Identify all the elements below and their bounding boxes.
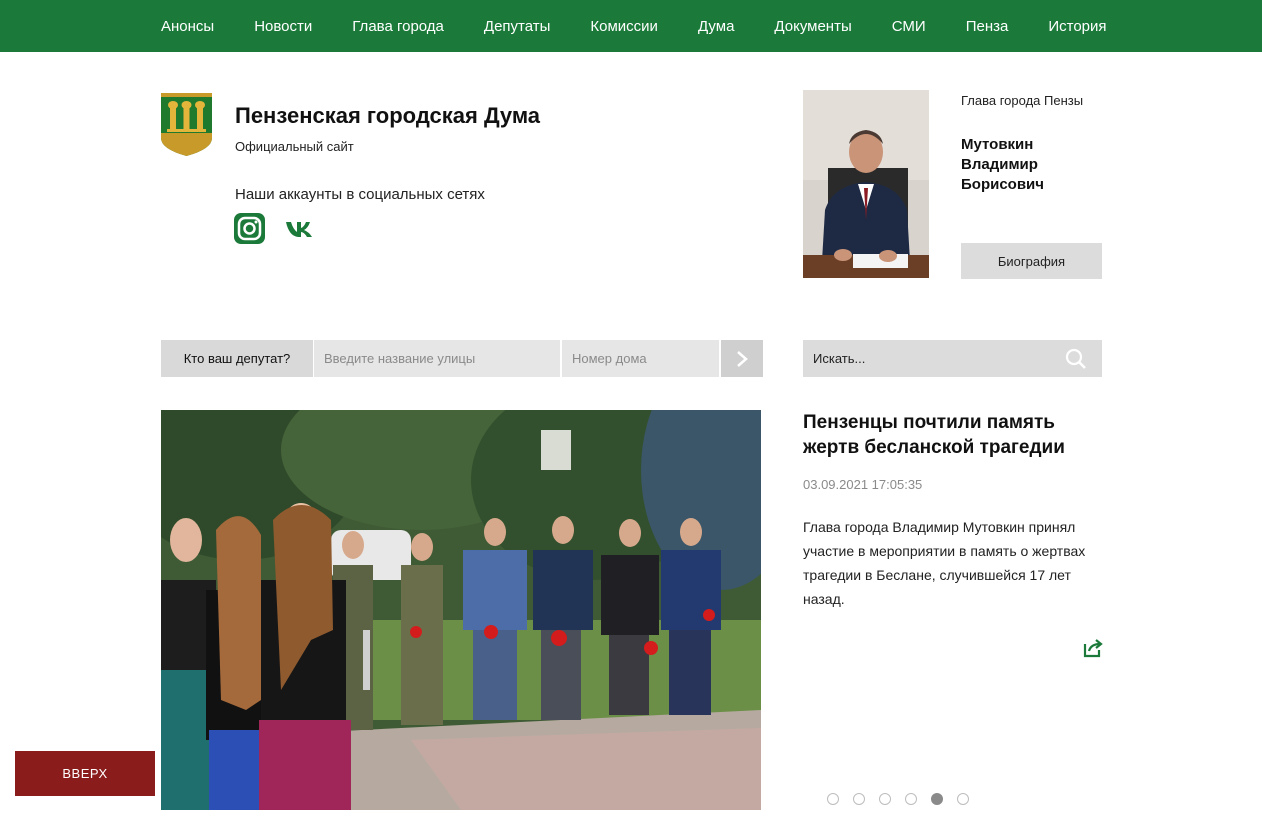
- slider-dot[interactable]: [905, 793, 917, 805]
- news-text: Глава города Владимир Мутовкин принял уч…: [803, 519, 1086, 607]
- mayor-name-line: Мутовкин: [961, 136, 1034, 153]
- deputy-finder-label: Кто ваш депутат?: [161, 340, 313, 377]
- social-title: Наши аккаунты в социальных сетях: [235, 186, 485, 203]
- coat-of-arms-logo[interactable]: [161, 93, 212, 156]
- mayor-role: Глава города Пензы: [961, 93, 1084, 108]
- nav-item-announcements[interactable]: Анонсы: [161, 18, 214, 35]
- mayor-name-line: Борисович: [961, 176, 1044, 193]
- site-search: [803, 340, 1102, 377]
- site-subtitle: Официальный сайт: [235, 139, 354, 154]
- nav-item-history[interactable]: История: [1048, 18, 1106, 35]
- search-button[interactable]: [1058, 340, 1094, 377]
- nav-item-penza[interactable]: Пенза: [966, 18, 1009, 35]
- finder-submit-button[interactable]: [721, 340, 763, 377]
- instagram-icon[interactable]: [234, 213, 265, 244]
- nav-item-deputies[interactable]: Депутаты: [484, 18, 551, 35]
- slider-dots: [827, 793, 983, 805]
- slider-dot[interactable]: [931, 793, 943, 805]
- nav-item-mayor[interactable]: Глава города: [352, 18, 444, 35]
- news-date: 03.09.2021 17:05:35: [803, 477, 923, 492]
- mayor-photo[interactable]: [803, 90, 929, 278]
- deputy-finder: Кто ваш депутат?: [161, 340, 763, 377]
- site-title[interactable]: Пензенская городская Дума: [235, 103, 540, 129]
- biography-button[interactable]: Биография: [961, 243, 1102, 279]
- back-to-top-button[interactable]: ВВЕРХ: [15, 751, 155, 796]
- share-icon[interactable]: [1083, 638, 1103, 658]
- slider-dot[interactable]: [957, 793, 969, 805]
- slider-dot[interactable]: [879, 793, 891, 805]
- house-number-input[interactable]: [562, 340, 719, 377]
- street-input[interactable]: [314, 340, 560, 377]
- search-icon: [1065, 348, 1086, 369]
- nav-item-documents[interactable]: Документы: [774, 18, 851, 35]
- nav-item-duma[interactable]: Дума: [698, 18, 734, 35]
- top-navigation: Анонсы Новости Глава города Депутаты Ком…: [0, 0, 1262, 52]
- news-title[interactable]: Пензенцы почтили память жертв бесланской…: [803, 410, 1103, 460]
- mayor-name-line: Владимир: [961, 156, 1038, 173]
- search-input[interactable]: [803, 340, 1058, 377]
- mayor-name[interactable]: Мутовкин Владимир Борисович: [961, 135, 1101, 195]
- nav-item-news[interactable]: Новости: [254, 18, 312, 35]
- nav-item-media[interactable]: СМИ: [892, 18, 926, 35]
- nav-item-commissions[interactable]: Комиссии: [590, 18, 658, 35]
- news-photo[interactable]: [161, 410, 761, 810]
- slider-dot[interactable]: [827, 793, 839, 805]
- slider-dot[interactable]: [853, 793, 865, 805]
- chevron-right-icon: [737, 350, 748, 367]
- vk-icon[interactable]: [285, 219, 315, 239]
